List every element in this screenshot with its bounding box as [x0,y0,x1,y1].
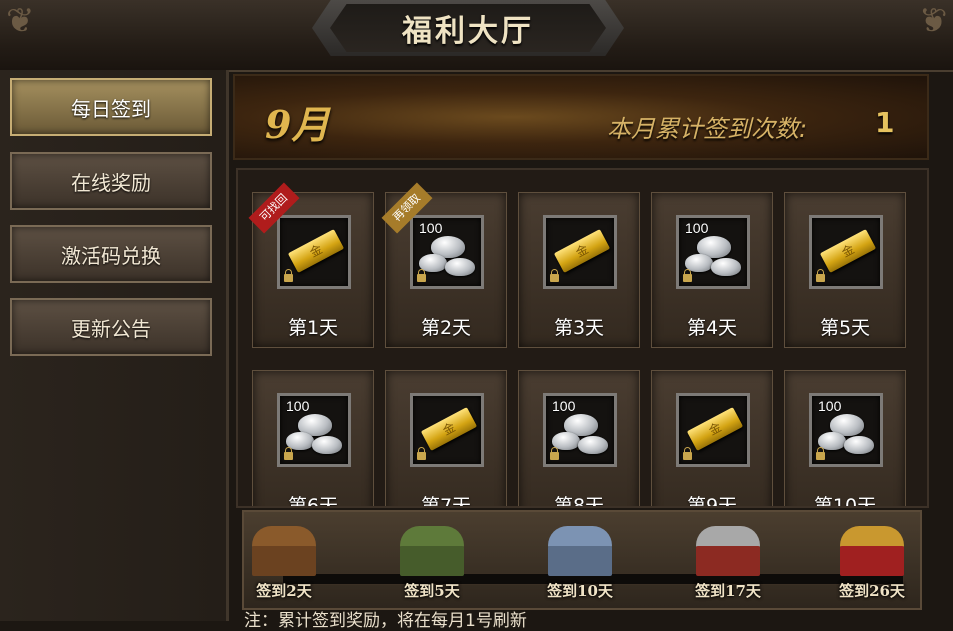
gold-bar-icon: 金 [553,229,611,273]
chest-body [696,546,760,576]
sidebar-item-activation-code[interactable]: 激活码兑换 [10,225,212,283]
lock-icon [816,447,825,460]
lock-icon [284,447,293,460]
sidebar-item-label: 更新公告 [71,316,151,341]
lock-icon [816,269,825,282]
treasure-chest-icon[interactable] [244,522,324,582]
day-card[interactable]: 100 第8天 [518,370,640,508]
lock-icon [550,269,559,282]
sidebar-item-announcement[interactable]: 更新公告 [10,298,212,356]
chest-lid [696,526,760,548]
scroll-ornament-icon: ❦ [918,1,948,41]
day-card[interactable]: 金第3天 [518,192,640,348]
day-label: 第7天 [420,495,472,508]
chest-body [400,546,464,576]
silver-ingot-icon [445,258,475,276]
day-label: 第6天 [287,495,339,508]
day-label: 第8天 [553,495,605,508]
reward-amount: 100 [419,220,443,236]
reward-amount: 100 [818,398,842,414]
day-label: 第3天 [553,317,605,339]
chest-label: 签到2天 [256,582,312,600]
reward-amount: 100 [286,398,310,414]
day-label: 第1天 [287,317,339,339]
chest-lid [400,526,464,548]
day-label: 第9天 [686,495,738,508]
day-label: 第2天 [420,317,472,339]
sidebar-item-daily-signin[interactable]: 每日签到 [10,78,212,136]
silver-ingot-icon [578,436,608,454]
lock-icon [417,447,426,460]
title-plate-inner: 福利大厅 [330,4,606,52]
reward-amount: 100 [685,220,709,236]
reward-slot: 100 [277,393,351,467]
sidebar: 每日签到 在线奖励 激活码兑换 更新公告 [0,70,229,621]
chest-body [548,546,612,576]
reward-slot: 金 [277,215,351,289]
signin-grid: 金可找回 第1天 100 再领取 第2天金第3天 100 第4天金第5天 100 第6天金第7天… [236,168,929,508]
lock-icon [683,447,692,460]
sidebar-item-label: 在线奖励 [71,170,151,195]
gold-bar-icon: 金 [287,229,345,273]
reward-slot: 100 [543,393,617,467]
reward-slot: 100 [809,393,883,467]
chest-body [252,546,316,576]
reward-slot: 100 [676,215,750,289]
chest-lid [840,526,904,548]
lock-icon [550,447,559,460]
treasure-chest-icon[interactable] [540,522,620,582]
reward-amount: 100 [552,398,576,414]
gold-bar-icon: 金 [819,229,877,273]
day-card[interactable]: 100 再领取 第2天 [381,182,507,348]
day-card[interactable]: 金第9天 [651,370,773,508]
chest-label: 签到26天 [839,582,905,600]
scroll-ornament-icon: ❦ [6,1,35,41]
day-label: 第5天 [819,317,871,339]
gold-bar-icon: 金 [420,407,478,451]
lock-icon [683,269,692,282]
silver-ingot-icon [312,436,342,454]
month-banner: 9月 本月累计签到次数: 1 [233,74,929,160]
treasure-chest-icon[interactable] [688,522,768,582]
chest-label: 签到17天 [695,582,761,600]
day-label: 第4天 [686,317,738,339]
treasure-chest-icon[interactable] [832,522,912,582]
reward-slot: 金 [809,215,883,289]
page-title: 福利大厅 [402,14,534,49]
day-card[interactable]: 100 第6天 [252,370,374,508]
reward-slot: 金 [676,393,750,467]
sidebar-item-label: 激活码兑换 [61,243,161,268]
total-signin-label: 本月累计签到次数: [607,115,808,143]
reward-slot: 金 [410,393,484,467]
chest-lid [252,526,316,548]
chest-lid [548,526,612,548]
refresh-notice: 注：累计签到奖励，将在每月1号刷新 [244,611,527,631]
day-label: 第10天 [813,495,877,508]
day-card[interactable]: 金第7天 [385,370,507,508]
lock-icon [417,269,426,282]
silver-ingot-icon [711,258,741,276]
chest-body [840,546,904,576]
chest-label: 签到5天 [404,582,460,600]
silver-ingot-icon [844,436,874,454]
sidebar-item-label: 每日签到 [71,96,151,121]
sidebar-item-online-reward[interactable]: 在线奖励 [10,152,212,210]
reward-slot: 100 [410,215,484,289]
month-label: 9月 [265,102,330,147]
day-card[interactable]: 100 第10天 [784,370,906,508]
chest-label: 签到10天 [547,582,613,600]
title-bar: ❦ ❦ 福利大厅 [0,0,953,72]
day-card[interactable]: 100 第4天 [651,192,773,348]
lock-icon [284,269,293,282]
reward-slot: 金 [543,215,617,289]
day-card[interactable]: 金第5天 [784,192,906,348]
day-card[interactable]: 金可找回 第1天 [248,182,374,348]
gold-bar-icon: 金 [686,407,744,451]
treasure-chest-icon[interactable] [392,522,472,582]
total-signin-count: 1 [875,106,895,139]
